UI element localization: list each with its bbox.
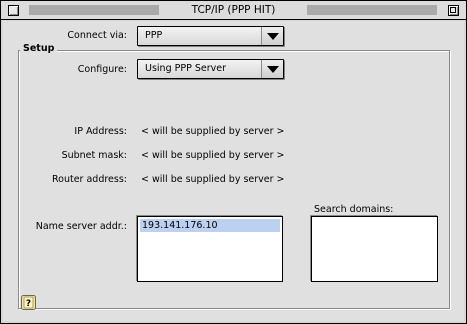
setup-group-label: Setup: [20, 43, 58, 54]
connect-via-value: PPP: [145, 30, 163, 41]
window-content: Connect via: PPP Setup Configure: Using …: [3, 21, 464, 321]
search-domains-list[interactable]: [311, 216, 438, 282]
connect-via-label: Connect via:: [67, 30, 127, 41]
router-address-label: Router address:: [51, 174, 127, 185]
subnet-mask-value: < will be supplied by server >: [141, 150, 285, 161]
window-title: TCP/IP (PPP HIT): [185, 4, 282, 16]
configure-label: Configure:: [77, 64, 127, 75]
search-domains-label: Search domains:: [314, 204, 394, 215]
window-title-wrap: TCP/IP (PPP HIT): [1, 4, 466, 16]
chevron-down-icon: [261, 27, 283, 45]
svg-text:?: ?: [26, 299, 31, 309]
title-bar[interactable]: TCP/IP (PPP HIT): [1, 1, 466, 20]
name-server-label: Name server addr.:: [35, 221, 127, 232]
router-address-value: < will be supplied by server >: [141, 174, 285, 185]
subnet-mask-label: Subnet mask:: [61, 150, 127, 161]
zoom-box-icon[interactable]: [448, 5, 459, 16]
name-server-entry[interactable]: 193.141.176.10: [140, 219, 280, 232]
configure-popup[interactable]: Using PPP Server: [137, 59, 284, 79]
name-server-list[interactable]: 193.141.176.10: [137, 216, 283, 282]
connect-via-popup[interactable]: PPP: [137, 26, 284, 46]
tcpip-window: TCP/IP (PPP HIT) Connect via: PPP Setup …: [0, 0, 467, 324]
chevron-down-icon: [261, 60, 283, 78]
ip-address-value: < will be supplied by server >: [141, 126, 285, 137]
help-icon[interactable]: ?: [21, 295, 36, 310]
configure-value: Using PPP Server: [145, 63, 226, 74]
ip-address-label: IP Address:: [74, 126, 127, 137]
